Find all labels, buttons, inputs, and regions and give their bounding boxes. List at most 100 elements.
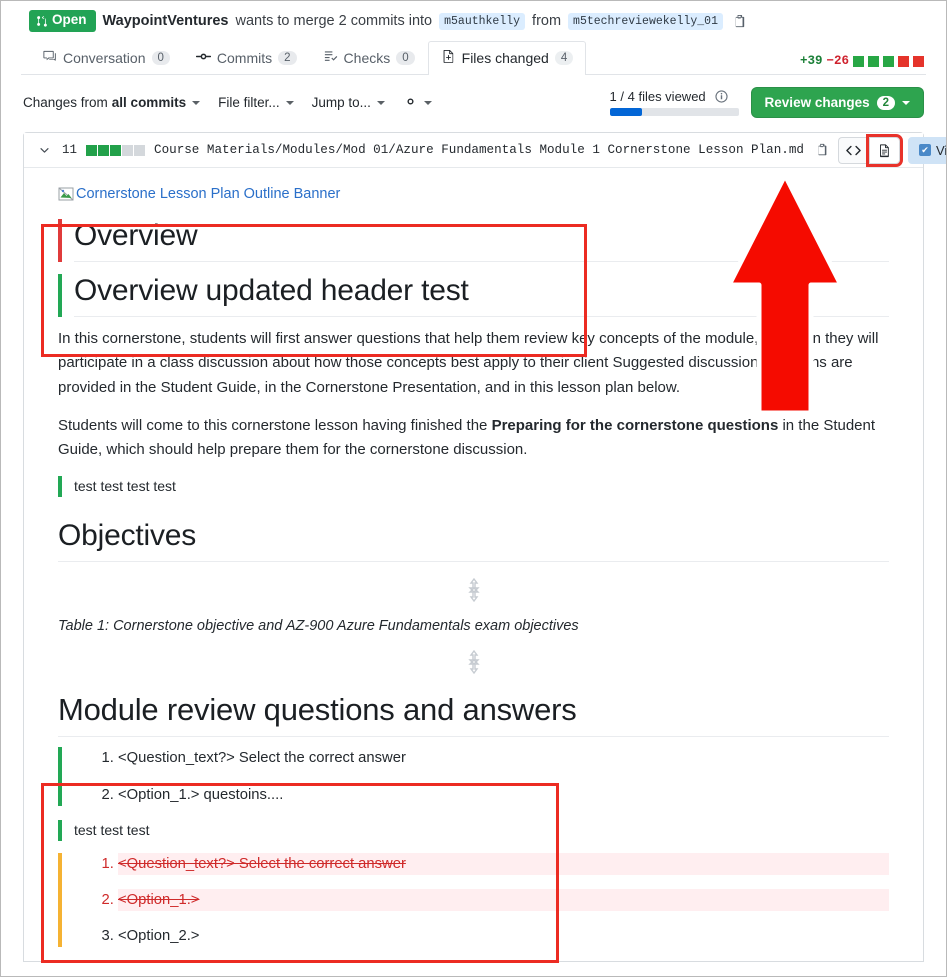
file-change-count: 11 (62, 143, 78, 157)
list-item: <Question_text?> Select the correct answ… (118, 747, 889, 769)
changes-from-value: all commits (111, 95, 187, 110)
gear-icon (403, 94, 418, 112)
view-mode-toggle-group (837, 133, 903, 167)
diff-toolbar-right: 1 / 4 files viewed Review changes 2 (609, 87, 924, 118)
diffstat-square-red (913, 55, 924, 67)
tab-commits[interactable]: Commits 2 (183, 41, 310, 75)
paragraph-1: In this cornerstone, students will first… (58, 330, 879, 396)
rendered-markdown-body: Cornerstone Lesson Plan Outline Banner O… (24, 168, 923, 948)
chevron-down-icon (423, 100, 432, 105)
file-diff-header: 11 Course Materials/Modules/Mod 01/Azure… (24, 133, 946, 168)
chevron-down-icon (902, 100, 910, 105)
tab-files-changed-label: Files changed (461, 50, 549, 66)
heading-new-row: Overview updated header test (58, 274, 889, 317)
file-statbar-block-added (110, 144, 122, 156)
file-statbar (86, 144, 146, 156)
diff-marker-added (58, 819, 62, 841)
review-changes-label: Review changes (764, 95, 870, 110)
table-caption: Table 1: Cornerstone objective and AZ-90… (58, 618, 579, 635)
chevron-down-icon[interactable] (36, 144, 53, 157)
heading-old-row: Overview (58, 219, 889, 262)
review-changes-button[interactable]: Review changes 2 (750, 87, 924, 118)
diff-settings-button[interactable] (403, 94, 432, 112)
pr-action-text: wants to merge 2 commits into (235, 13, 433, 29)
diff-marker-removed (58, 219, 62, 262)
diff-toolbar: Changes from all commits File filter... … (1, 75, 946, 128)
heading-overview-old: Overview (74, 219, 889, 262)
diffstat-square-green (868, 55, 879, 67)
file-path[interactable]: Course Materials/Modules/Mod 01/Azure Fu… (154, 143, 804, 157)
list-item: <Option_1.> questoins.... (118, 784, 889, 806)
rendered-view-button[interactable] (865, 133, 903, 167)
heading-overview-new: Overview updated header test (74, 274, 889, 317)
tab-files-changed[interactable]: Files changed 4 (427, 41, 587, 76)
tab-checks-count: 0 (396, 51, 415, 65)
pr-author[interactable]: WaypointVentures (103, 13, 229, 29)
paragraph-2-bold: Preparing for the cornerstone questions (491, 416, 779, 434)
tab-files-changed-count: 4 (554, 51, 574, 65)
diffstat-square-green (853, 55, 864, 67)
tab-checks-label: Checks (343, 50, 391, 66)
chevron-down-icon (285, 100, 294, 105)
files-viewed-progressbar-fill (609, 108, 642, 116)
added-line-1: test test test test (74, 478, 176, 495)
tab-conversation[interactable]: Conversation 0 (29, 41, 183, 75)
github-pr-files-changed-page: Open WaypointVentures wants to merge 2 c… (0, 0, 947, 977)
heading-objectives: Objectives (58, 519, 889, 563)
diff-marker-added (58, 476, 62, 498)
jump-to-label: Jump to... (311, 95, 371, 110)
file-diff-icon (441, 49, 456, 67)
info-icon[interactable] (714, 89, 729, 104)
checkmark-icon: ✔ (918, 144, 931, 156)
banner-broken-image[interactable]: Cornerstone Lesson Plan Outline Banner (58, 186, 340, 202)
review-changes-count: 2 (876, 95, 895, 110)
file-diff-card: 11 Course Materials/Modules/Mod 01/Azure… (23, 132, 946, 963)
commit-icon (195, 49, 211, 67)
jump-to-dropdown[interactable]: Jump to... (312, 95, 385, 110)
image-placeholder-top (58, 578, 889, 603)
base-branch-chip[interactable]: m5authkelly (439, 12, 526, 30)
code-view-button[interactable] (837, 136, 869, 164)
changes-from-label: Changes from (23, 95, 108, 110)
image-placeholder-bottom (58, 650, 889, 675)
pr-header: Open WaypointVentures wants to merge 2 c… (1, 1, 946, 33)
copy-path-icon[interactable] (815, 143, 829, 157)
files-viewed-text: 1 / 4 files viewed (609, 89, 706, 104)
pr-tabbar: Conversation 0 Commits 2 Checks 0 Files … (1, 39, 946, 76)
viewed-checkbox[interactable]: ✔ Viewed (907, 136, 946, 164)
diff-marker-added (58, 274, 62, 317)
diffstat-deletions: −26 (826, 54, 849, 68)
tab-conversation-label: Conversation (63, 50, 146, 66)
chevron-down-icon (192, 100, 201, 105)
files-viewed-progress: 1 / 4 files viewed (609, 89, 739, 116)
files-viewed-progressbar (609, 108, 739, 116)
diffstat-summary: +39 −26 (800, 54, 924, 68)
tab-conversation-count: 0 (151, 51, 170, 65)
deleted-list-row: <Question_text?> Select the correct answ… (58, 852, 889, 948)
file-statbar-block-neutral (122, 144, 134, 156)
deleted-questions-list: <Question_text?> Select the correct answ… (74, 852, 889, 948)
paragraph-2-part-a: Students will come to this cornerstone l… (58, 416, 492, 434)
diff-marker-added (58, 747, 62, 806)
comment-icon (42, 49, 57, 67)
diffstat-square-green (883, 55, 894, 67)
paragraph-2: Students will come to this cornerstone l… (58, 414, 889, 463)
file-statbar-block-neutral (134, 144, 146, 156)
diffstat-additions: +39 (799, 54, 823, 68)
tab-commits-label: Commits (216, 50, 273, 66)
copy-branch-icon[interactable] (732, 14, 747, 29)
head-branch-chip[interactable]: m5techreviewekelly_01 (568, 12, 723, 30)
heading-module-review: Module review questions and answers (58, 692, 889, 738)
viewed-label: Viewed (935, 142, 946, 158)
file-filter-label: File filter... (218, 95, 280, 110)
tab-checks[interactable]: Checks 0 (310, 41, 428, 75)
file-filter-dropdown[interactable]: File filter... (218, 95, 294, 110)
added-line-1-row: test test test test (58, 476, 889, 498)
pr-state-badge: Open (29, 10, 96, 32)
diff-marker-modified (58, 852, 62, 948)
tab-commits-count: 2 (278, 51, 297, 65)
changes-from-dropdown[interactable]: Changes from all commits (23, 95, 201, 110)
added-line-2-row: test test test (58, 819, 889, 841)
pr-from-text: from (532, 13, 562, 29)
chevron-down-icon (376, 100, 385, 105)
